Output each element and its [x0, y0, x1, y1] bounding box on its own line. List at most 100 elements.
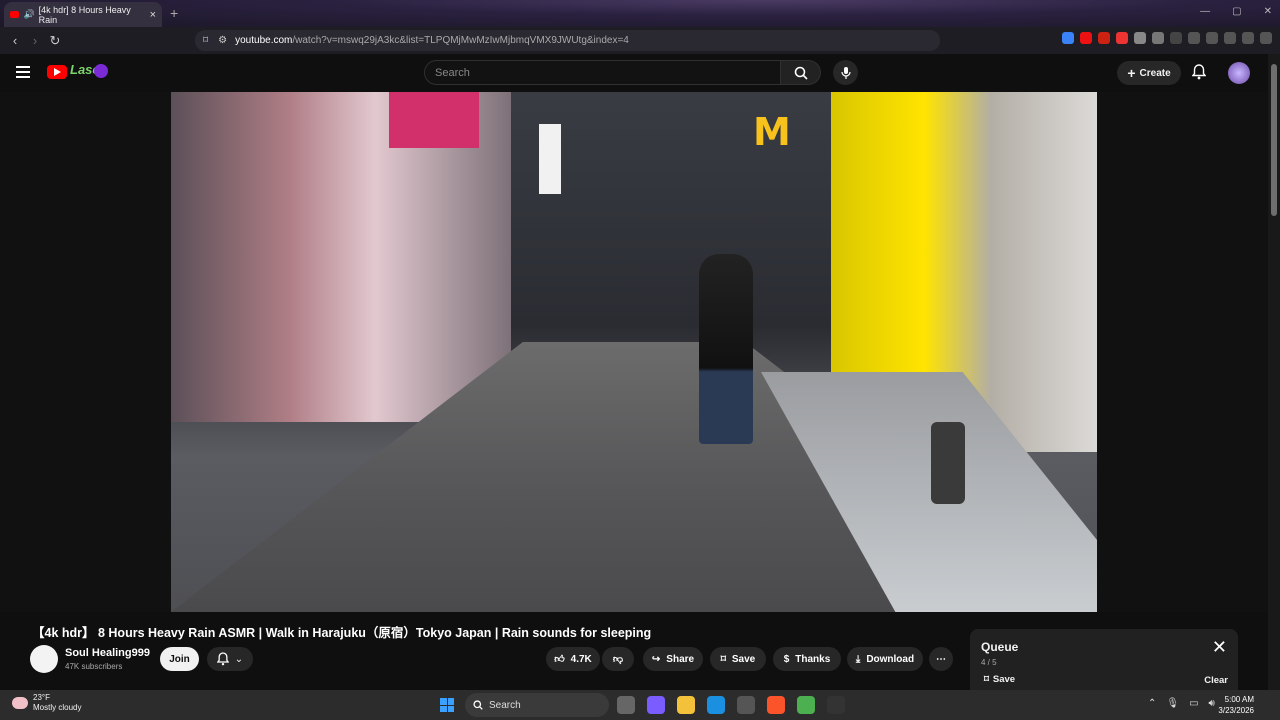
thanks-icon: $ — [783, 653, 790, 665]
like-count: 4.7K — [570, 653, 592, 665]
bookmark-icon: ⌑ — [720, 653, 726, 665]
scrollbar-thumb[interactable] — [1271, 64, 1277, 216]
extension-icon[interactable] — [1098, 32, 1110, 44]
subscriber-count: 47K subscribers — [65, 662, 123, 671]
menu-icon[interactable] — [16, 66, 30, 78]
channel-avatar[interactable] — [30, 645, 58, 673]
thumbs-down-icon: 👎︎ — [612, 654, 624, 665]
dislike-button[interactable]: 👎︎ — [602, 647, 634, 671]
weather-widget[interactable]: 23°F Mostly cloudy — [12, 693, 81, 713]
music-icon[interactable] — [1170, 32, 1182, 44]
browser-toolbar: ‹ › ↻ ⌑ ⚙ youtube.com /watch?v=mswq29jA3… — [0, 27, 1280, 54]
taskbar-apps — [617, 696, 845, 714]
window-controls: — ▢ ✕ — [1200, 6, 1272, 17]
chrome-icon[interactable] — [797, 696, 815, 714]
plus-icon: + — [1127, 65, 1136, 81]
account-avatar[interactable] — [1228, 62, 1250, 84]
create-button[interactable]: + Create — [1117, 61, 1181, 85]
extension-icon[interactable] — [1116, 32, 1128, 44]
new-tab-button[interactable]: + — [170, 5, 178, 21]
brave-icon[interactable] — [767, 696, 785, 714]
minimize-icon[interactable]: — — [1200, 6, 1210, 17]
start-icon[interactable] — [440, 698, 454, 712]
create-label: Create — [1139, 67, 1171, 79]
reload-icon[interactable]: ↻ — [45, 33, 65, 49]
browser-tab[interactable]: 🔊 [4k hdr] 8 Hours Heavy Rain × — [4, 2, 162, 27]
queue-title: Queue — [981, 640, 1019, 654]
search-icon — [794, 66, 808, 80]
task-view-icon[interactable] — [617, 696, 635, 714]
extension-icon[interactable] — [1134, 32, 1146, 44]
bookmark-page-icon[interactable]: ⌑ — [203, 35, 208, 46]
extension-icon[interactable] — [1152, 32, 1164, 44]
search-button[interactable] — [781, 60, 821, 85]
join-button[interactable]: Join — [160, 647, 199, 671]
wallet-icon[interactable] — [1206, 32, 1218, 44]
video-scene-sign — [539, 124, 561, 194]
taskbar-search[interactable]: Search — [465, 693, 609, 717]
taskbar-search-label: Search — [489, 699, 521, 711]
voice-search-button[interactable] — [833, 60, 858, 85]
like-button[interactable]: 👍︎ 4.7K — [546, 647, 600, 671]
subscription-bell-button[interactable]: ⌄ — [207, 647, 253, 671]
queue-save-button[interactable]: ⌑ Save — [984, 674, 1015, 685]
browser-tab-title: [4k hdr] 8 Hours Heavy Rain — [38, 4, 131, 25]
youtube-logo-icon[interactable] — [47, 65, 67, 79]
save-button[interactable]: ⌑ Save — [710, 647, 766, 671]
browser-menu-icon[interactable] — [1260, 32, 1272, 44]
search-input[interactable]: Search — [424, 60, 781, 85]
window-close-icon[interactable]: ✕ — [1264, 6, 1272, 17]
weather-description: Mostly cloudy — [33, 703, 82, 712]
thanks-label: Thanks — [795, 653, 831, 665]
queue-save-label: Save — [992, 674, 1016, 685]
edge-icon[interactable] — [707, 696, 725, 714]
taskbar: 23°F Mostly cloudy Search ⌃ 🎙︎ ▭ 🔊︎ 5:00… — [0, 690, 1280, 720]
url-path: /watch?v=mswq29jA3kc&list=TLPQMjMwMzIwMj… — [292, 35, 629, 46]
youtube-favicon-icon — [10, 11, 20, 18]
store-icon[interactable] — [737, 696, 755, 714]
browser-tab-strip: 🔊 [4k hdr] 8 Hours Heavy Rain × + — ▢ ✕ — [0, 0, 1280, 27]
video-title: 【4k hdr】 8 Hours Heavy Rain ASMR | Walk … — [32, 626, 652, 640]
vpn-icon[interactable] — [1242, 32, 1254, 44]
maximize-icon[interactable]: ▢ — [1232, 6, 1241, 17]
download-label: Download — [866, 653, 915, 665]
mic-tray-icon[interactable]: 🎙︎ — [1166, 698, 1179, 709]
speaker-icon: 🔊 — [23, 9, 35, 19]
chevron-up-icon[interactable]: ⌃ — [1148, 698, 1156, 709]
copilot-icon[interactable] — [647, 696, 665, 714]
queue-clear-button[interactable]: Clear — [1204, 675, 1228, 686]
more-icon: ⋯ — [936, 653, 946, 665]
close-tab-icon[interactable]: × — [150, 9, 156, 21]
video-scene-arches: M — [753, 110, 791, 154]
video-player[interactable]: M — [171, 92, 1097, 612]
share-button[interactable]: ↪ Share — [643, 647, 703, 671]
back-icon[interactable]: ‹ — [5, 33, 25, 48]
network-icon[interactable]: ▭ — [1189, 698, 1198, 709]
file-explorer-icon[interactable] — [677, 696, 695, 714]
ai-icon[interactable] — [1224, 32, 1236, 44]
queue-panel: Queue 4 / 5 ✕ ⌑ Save Clear — [970, 629, 1238, 691]
channel-name[interactable]: Soul Healing999 — [65, 647, 150, 659]
share-icon: ↪ — [651, 653, 661, 665]
youtube-extension-icon[interactable] — [1080, 32, 1092, 44]
extension-icons — [1062, 32, 1272, 44]
close-queue-icon[interactable]: ✕ — [1212, 637, 1227, 658]
save-label: Save — [731, 653, 756, 665]
thanks-button[interactable]: $ Thanks — [773, 647, 841, 671]
site-info-icon[interactable]: ⚙ — [218, 35, 227, 46]
download-icon: ⤓ — [855, 653, 861, 665]
clock-time: 5:00 AM — [1224, 695, 1254, 704]
extension-icon[interactable] — [1062, 32, 1074, 44]
more-actions-button[interactable]: ⋯ — [929, 647, 953, 671]
bookmark-icon: ⌑ — [984, 674, 989, 685]
volume-icon[interactable]: 🔊︎ — [1209, 698, 1215, 709]
weather-icon — [12, 697, 28, 709]
notifications-bell-icon[interactable] — [1192, 64, 1206, 80]
download-button[interactable]: ⤓ Download — [847, 647, 923, 671]
forward-icon[interactable]: › — [25, 33, 45, 48]
app-icon[interactable] — [827, 696, 845, 714]
clock[interactable]: 5:00 AM 3/23/2026 — [1218, 694, 1254, 716]
system-tray: ⌃ 🎙︎ ▭ 🔊︎ — [1148, 698, 1215, 709]
sidebar-icon[interactable] — [1188, 32, 1200, 44]
address-bar[interactable]: ⌑ ⚙ youtube.com /watch?v=mswq29jA3kc&lis… — [195, 30, 940, 51]
